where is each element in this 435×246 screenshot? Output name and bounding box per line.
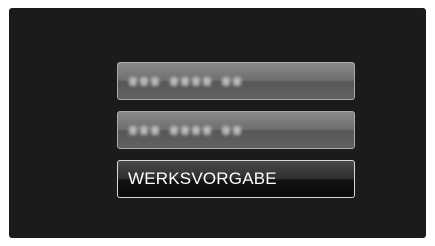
menu-option-2-button[interactable] bbox=[117, 111, 355, 149]
menu-option-1-button[interactable] bbox=[117, 62, 355, 100]
blurred-value-text bbox=[129, 76, 241, 86]
blurred-value-text bbox=[129, 125, 241, 135]
factory-default-label: WERKSVORGABE bbox=[128, 169, 277, 188]
menu-screen: WERKSVORGABE bbox=[9, 8, 426, 238]
factory-default-button[interactable]: WERKSVORGABE bbox=[117, 160, 355, 198]
